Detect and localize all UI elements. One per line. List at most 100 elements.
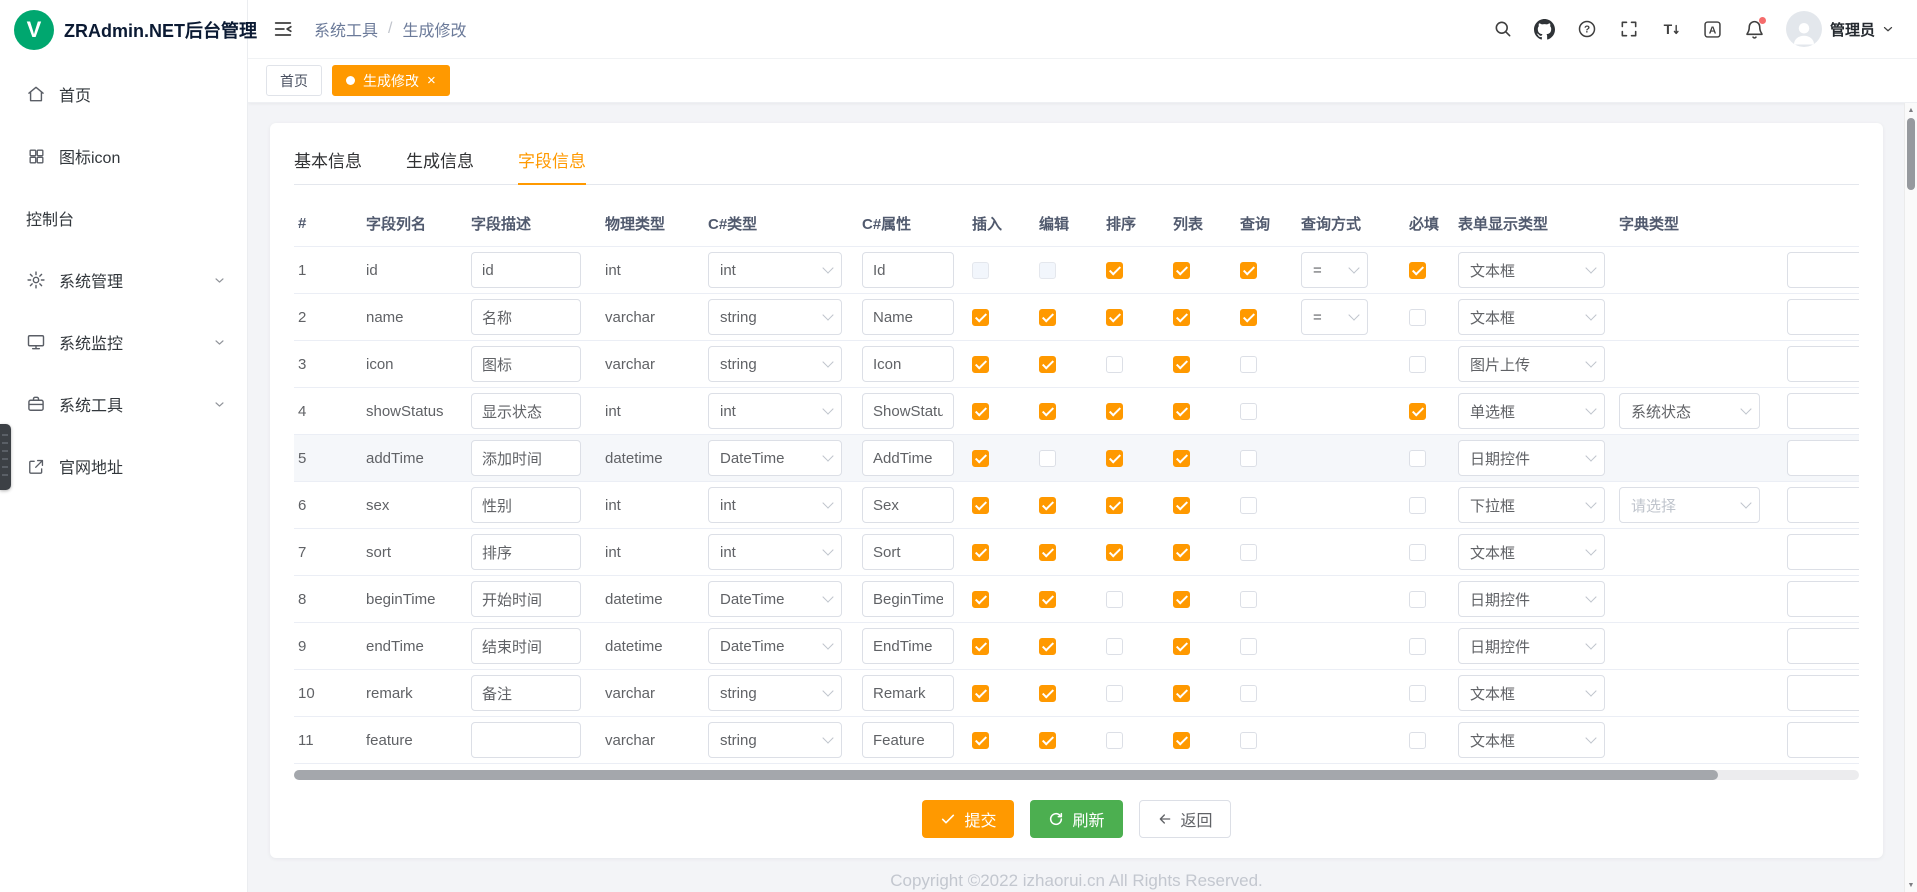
insert-checkbox[interactable] xyxy=(972,356,989,373)
required-checkbox[interactable] xyxy=(1409,732,1426,749)
vertical-scrollbar[interactable]: ▲ ▼ xyxy=(1904,103,1917,892)
sort-checkbox[interactable] xyxy=(1106,309,1123,326)
insert-checkbox[interactable] xyxy=(972,262,989,279)
edit-checkbox[interactable] xyxy=(1039,638,1056,655)
user-dropdown[interactable]: 管理员 xyxy=(1830,19,1895,40)
description-input[interactable] xyxy=(471,346,581,382)
extra-input[interactable] xyxy=(1787,393,1859,429)
fullscreen-icon[interactable] xyxy=(1612,12,1646,46)
sidebar-item-console[interactable]: 控制台 xyxy=(0,187,247,249)
query-checkbox[interactable] xyxy=(1240,544,1257,561)
edit-checkbox[interactable] xyxy=(1039,591,1056,608)
display-type-select[interactable]: 日期控件 xyxy=(1458,581,1605,617)
list-checkbox[interactable] xyxy=(1173,309,1190,326)
csharp-type-select[interactable]: int xyxy=(708,393,842,429)
vertical-scrollbar-thumb[interactable] xyxy=(1907,118,1915,190)
query-checkbox[interactable] xyxy=(1240,685,1257,702)
sort-checkbox[interactable] xyxy=(1106,497,1123,514)
extra-input[interactable] xyxy=(1787,675,1859,711)
query-checkbox[interactable] xyxy=(1240,403,1257,420)
tab-basic-info[interactable]: 基本信息 xyxy=(294,143,362,184)
csharp-property-input[interactable] xyxy=(862,440,954,476)
extra-input[interactable] xyxy=(1787,346,1859,382)
query-checkbox[interactable] xyxy=(1240,262,1257,279)
csharp-property-input[interactable] xyxy=(862,581,954,617)
app-logo[interactable]: V ZRAdmin.NET后台管理 xyxy=(0,0,247,59)
list-checkbox[interactable] xyxy=(1173,497,1190,514)
sidebar-item-system-tools[interactable]: 系统工具 xyxy=(0,373,247,435)
required-checkbox[interactable] xyxy=(1409,262,1426,279)
csharp-type-select[interactable]: string xyxy=(708,675,842,711)
description-input[interactable] xyxy=(471,252,581,288)
required-checkbox[interactable] xyxy=(1409,591,1426,608)
docked-widget-handle[interactable] xyxy=(0,424,11,490)
description-input[interactable] xyxy=(471,534,581,570)
csharp-property-input[interactable] xyxy=(862,675,954,711)
csharp-property-input[interactable] xyxy=(862,722,954,758)
required-checkbox[interactable] xyxy=(1409,356,1426,373)
list-checkbox[interactable] xyxy=(1173,591,1190,608)
breadcrumb-item[interactable]: 系统工具 xyxy=(314,17,378,41)
csharp-type-select[interactable]: DateTime xyxy=(708,440,842,476)
display-type-select[interactable]: 文本框 xyxy=(1458,252,1605,288)
query-checkbox[interactable] xyxy=(1240,497,1257,514)
description-input[interactable] xyxy=(471,581,581,617)
language-icon[interactable]: A xyxy=(1696,12,1730,46)
sort-checkbox[interactable] xyxy=(1106,544,1123,561)
query-checkbox[interactable] xyxy=(1240,638,1257,655)
github-icon[interactable] xyxy=(1528,12,1562,46)
query-checkbox[interactable] xyxy=(1240,591,1257,608)
csharp-property-input[interactable] xyxy=(862,346,954,382)
description-input[interactable] xyxy=(471,675,581,711)
list-checkbox[interactable] xyxy=(1173,732,1190,749)
horizontal-scrollbar[interactable] xyxy=(294,770,1859,780)
font-size-icon[interactable]: T xyxy=(1654,12,1688,46)
query-checkbox[interactable] xyxy=(1240,450,1257,467)
sidebar-item-system-management[interactable]: 系统管理 xyxy=(0,249,247,311)
insert-checkbox[interactable] xyxy=(972,403,989,420)
insert-checkbox[interactable] xyxy=(972,544,989,561)
scroll-down-arrow[interactable]: ▼ xyxy=(1905,878,1917,892)
required-checkbox[interactable] xyxy=(1409,450,1426,467)
menu-fold-icon[interactable] xyxy=(266,12,300,46)
csharp-property-input[interactable] xyxy=(862,487,954,523)
csharp-property-input[interactable] xyxy=(862,628,954,664)
display-type-select[interactable]: 日期控件 xyxy=(1458,440,1605,476)
required-checkbox[interactable] xyxy=(1409,544,1426,561)
refresh-button[interactable]: 刷新 xyxy=(1030,800,1122,838)
sort-checkbox[interactable] xyxy=(1106,591,1123,608)
edit-checkbox[interactable] xyxy=(1039,309,1056,326)
sort-checkbox[interactable] xyxy=(1106,356,1123,373)
query-checkbox[interactable] xyxy=(1240,356,1257,373)
extra-input[interactable] xyxy=(1787,581,1859,617)
extra-input[interactable] xyxy=(1787,440,1859,476)
sidebar-item-system-monitor[interactable]: 系统监控 xyxy=(0,311,247,373)
insert-checkbox[interactable] xyxy=(972,732,989,749)
avatar[interactable] xyxy=(1786,11,1822,47)
list-checkbox[interactable] xyxy=(1173,544,1190,561)
required-checkbox[interactable] xyxy=(1409,403,1426,420)
csharp-property-input[interactable] xyxy=(862,299,954,335)
description-input[interactable] xyxy=(471,393,581,429)
extra-input[interactable] xyxy=(1787,299,1859,335)
description-input[interactable] xyxy=(471,487,581,523)
edit-checkbox[interactable] xyxy=(1039,544,1056,561)
description-input[interactable] xyxy=(471,722,581,758)
horizontal-scrollbar-thumb[interactable] xyxy=(294,770,1718,780)
search-icon[interactable] xyxy=(1486,12,1520,46)
display-type-select[interactable]: 单选框 xyxy=(1458,393,1605,429)
extra-input[interactable] xyxy=(1787,487,1859,523)
csharp-type-select[interactable]: int xyxy=(708,534,842,570)
csharp-type-select[interactable]: int xyxy=(708,487,842,523)
query-checkbox[interactable] xyxy=(1240,309,1257,326)
csharp-type-select[interactable]: DateTime xyxy=(708,581,842,617)
display-type-select[interactable]: 图片上传 xyxy=(1458,346,1605,382)
tab-generate-info[interactable]: 生成信息 xyxy=(406,143,474,184)
list-checkbox[interactable] xyxy=(1173,356,1190,373)
extra-input[interactable] xyxy=(1787,722,1859,758)
list-checkbox[interactable] xyxy=(1173,638,1190,655)
edit-checkbox[interactable] xyxy=(1039,685,1056,702)
description-input[interactable] xyxy=(471,628,581,664)
description-input[interactable] xyxy=(471,440,581,476)
close-icon[interactable]: × xyxy=(427,73,436,88)
